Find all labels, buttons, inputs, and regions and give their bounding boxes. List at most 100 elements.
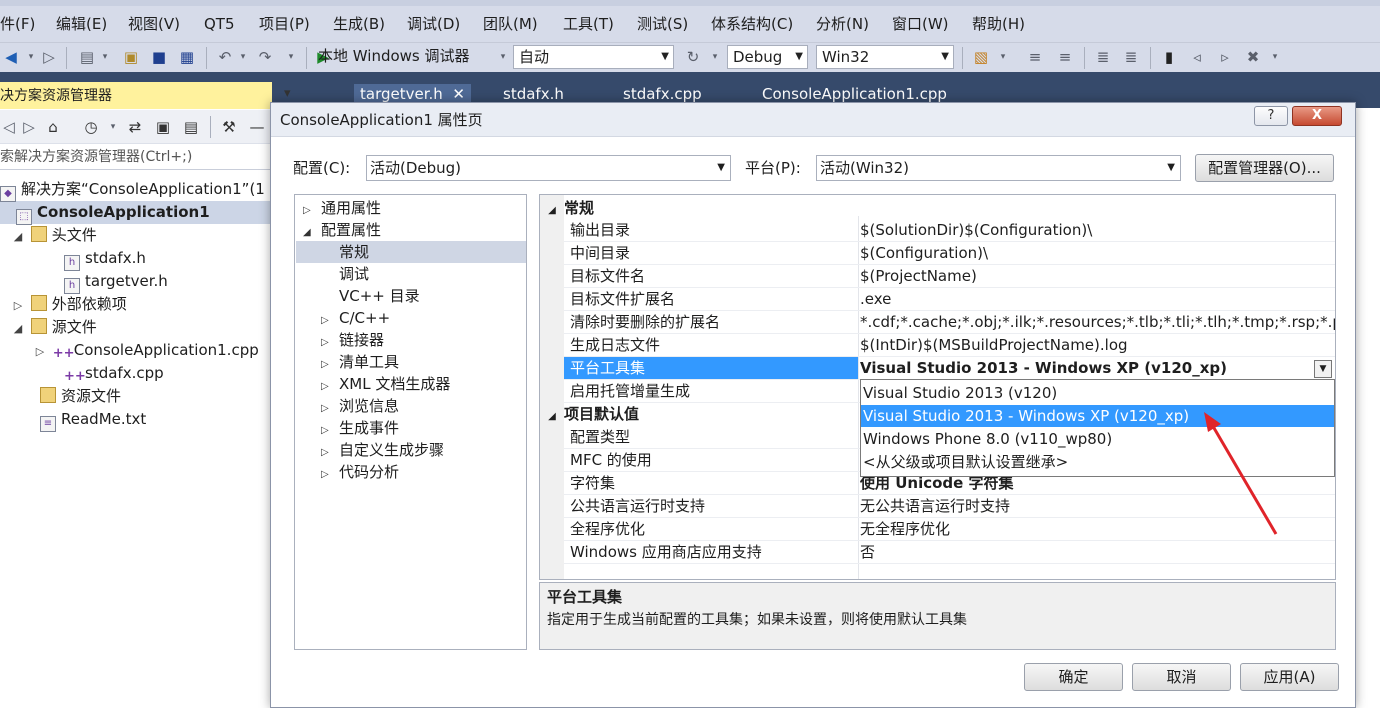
tree-item-solution[interactable]: ◆ 解决方案“ConsoleApplication1”(1 bbox=[0, 178, 265, 202]
property-value[interactable]: $(Configuration)\ bbox=[860, 242, 1335, 265]
new-dropdown-icon[interactable]: ▾ bbox=[96, 47, 114, 67]
chevron-down-icon[interactable]: ▼ bbox=[1314, 360, 1332, 378]
tree-item-header-files[interactable]: ◢ 头文件 bbox=[10, 224, 97, 247]
nav-item-config-properties[interactable]: ◢ 配置属性 bbox=[303, 219, 381, 241]
redo-icon[interactable]: ↷ bbox=[256, 47, 274, 67]
nav-item-c-cpp[interactable]: ▷ C/C++ bbox=[321, 307, 390, 329]
tree-item-resource-files[interactable]: 资源文件 bbox=[40, 385, 121, 408]
bookmark-icon[interactable]: ▮ bbox=[1160, 47, 1178, 67]
configuration-select[interactable]: 活动(Debug) ▼ bbox=[366, 155, 731, 181]
nav-item-build-events[interactable]: ▷ 生成事件 bbox=[321, 417, 399, 439]
history-icon[interactable]: ◷ bbox=[82, 117, 100, 137]
platform-combo[interactable]: Win32 ▼ bbox=[816, 45, 954, 69]
tree-item-readme[interactable]: ≡ ReadMe.txt bbox=[40, 408, 146, 432]
menu-view[interactable]: 视图(V) bbox=[128, 14, 180, 34]
property-row-target-ext[interactable]: 目标文件扩展名 .exe bbox=[564, 288, 1335, 311]
local-debugger-label[interactable]: 本地 Windows 调试器 bbox=[318, 46, 470, 66]
find-in-files-icon[interactable]: ▧ bbox=[972, 47, 990, 67]
menu-window[interactable]: 窗口(W) bbox=[892, 14, 949, 34]
property-row-intermediate-dir[interactable]: 中间目录 $(Configuration)\ bbox=[564, 242, 1335, 265]
nav-item-vc-directories[interactable]: VC++ 目录 bbox=[339, 285, 420, 307]
toolbar-overflow-icon[interactable]: ▾ bbox=[1266, 47, 1284, 67]
property-row-whole-program-opt[interactable]: 全程序优化 无全程序优化 bbox=[564, 518, 1335, 541]
nav-item-debugging[interactable]: 调试 bbox=[339, 263, 369, 285]
next-bookmark-icon[interactable]: ▹ bbox=[1216, 47, 1234, 67]
history-dropdown-icon[interactable]: ▾ bbox=[104, 117, 122, 137]
property-value[interactable]: $(ProjectName) bbox=[860, 265, 1335, 288]
menu-debug[interactable]: 调试(D) bbox=[407, 14, 460, 34]
tree-item-stdafx-cpp[interactable]: ++stdafx.cpp bbox=[64, 362, 164, 385]
find-dropdown-icon[interactable]: ▾ bbox=[994, 47, 1012, 67]
menu-help[interactable]: 帮助(H) bbox=[972, 14, 1025, 34]
config-manager-button[interactable]: 配置管理器(O)... bbox=[1195, 154, 1334, 182]
collapsed-triangle-icon[interactable]: ▷ bbox=[321, 464, 339, 486]
property-value[interactable]: 否 bbox=[860, 541, 1335, 564]
tree-item-external-deps[interactable]: ▷ 外部依赖项 bbox=[10, 293, 127, 316]
navigate-back-icon[interactable]: ◀ bbox=[2, 47, 20, 67]
close-button[interactable]: X bbox=[1292, 106, 1342, 126]
redo-dropdown-icon[interactable]: ▾ bbox=[282, 47, 300, 67]
menu-project[interactable]: 项目(P) bbox=[259, 14, 310, 34]
collapse-all-icon[interactable]: ▣ bbox=[154, 117, 172, 137]
help-button[interactable]: ? bbox=[1254, 106, 1288, 126]
forward-icon[interactable]: ▷ bbox=[20, 117, 38, 137]
tab-stdafx-h[interactable]: stdafx.h bbox=[503, 84, 564, 104]
align-left-icon[interactable]: ≡ bbox=[1026, 47, 1044, 67]
tree-item-stdafx-h[interactable]: h stdafx.h bbox=[64, 247, 146, 271]
nav-item-custom-build-step[interactable]: ▷ 自定义生成步骤 bbox=[321, 439, 444, 461]
toolset-option-v120-xp[interactable]: Visual Studio 2013 - Windows XP (v120_xp… bbox=[861, 405, 1334, 427]
solution-config-combo[interactable]: 自动 ▼ bbox=[513, 45, 674, 69]
nav-item-manifest-tool[interactable]: ▷ 清单工具 bbox=[321, 351, 399, 373]
toolset-option-v120[interactable]: Visual Studio 2013 (v120) bbox=[861, 382, 1334, 404]
apply-button[interactable]: 应用(A) bbox=[1240, 663, 1339, 691]
property-row-build-log[interactable]: 生成日志文件 $(IntDir)$(MSBuildProjectName).lo… bbox=[564, 334, 1335, 357]
refresh-dropdown-icon[interactable]: ▾ bbox=[706, 47, 724, 67]
home-icon[interactable]: ⌂ bbox=[44, 117, 62, 137]
tab-targetver-h[interactable]: targetver.h ✕ bbox=[354, 84, 471, 104]
uncomment-icon[interactable]: ≣ bbox=[1122, 47, 1140, 67]
property-row-target-name[interactable]: 目标文件名 $(ProjectName) bbox=[564, 265, 1335, 288]
properties-wrench-icon[interactable]: ⚒ bbox=[220, 117, 238, 137]
open-file-icon[interactable]: ▣ bbox=[122, 47, 140, 67]
close-icon[interactable]: ✕ bbox=[452, 85, 465, 103]
back-dropdown-icon[interactable]: ▾ bbox=[22, 47, 40, 67]
solution-search-input[interactable]: 索解决方案资源管理器(Ctrl+;) bbox=[0, 146, 272, 170]
platform-select[interactable]: 活动(Win32) ▼ bbox=[816, 155, 1181, 181]
expanded-triangle-icon[interactable]: ◢ bbox=[10, 225, 26, 248]
property-value[interactable]: Visual Studio 2013 - Windows XP (v120_xp… bbox=[860, 357, 1335, 380]
property-row-platform-toolset[interactable]: 平台工具集 Visual Studio 2013 - Windows XP (v… bbox=[564, 357, 1335, 380]
property-value[interactable]: 无全程序优化 bbox=[860, 518, 1335, 541]
align-right-icon[interactable]: ≡ bbox=[1056, 47, 1074, 67]
menu-build[interactable]: 生成(B) bbox=[333, 14, 385, 34]
save-icon[interactable]: ■ bbox=[150, 47, 168, 67]
undo-dropdown-icon[interactable]: ▾ bbox=[234, 47, 252, 67]
navigate-forward-icon[interactable]: ▷ bbox=[40, 47, 58, 67]
build-config-combo[interactable]: Debug ▼ bbox=[727, 45, 808, 69]
tab-stdafx-cpp[interactable]: stdafx.cpp bbox=[623, 84, 702, 104]
preview-icon[interactable]: — bbox=[248, 117, 266, 137]
property-value[interactable]: 无公共语言运行时支持 bbox=[860, 495, 1335, 518]
expanded-triangle-icon[interactable]: ◢ bbox=[10, 317, 26, 340]
toolset-option-v110-wp80[interactable]: Windows Phone 8.0 (v110_wp80) bbox=[861, 428, 1334, 450]
tree-item-source-files[interactable]: ◢ 源文件 bbox=[10, 316, 97, 339]
nav-item-browse-info[interactable]: ▷ 浏览信息 bbox=[321, 395, 399, 417]
category-general[interactable]: ◢ 常规 bbox=[540, 197, 1335, 222]
cancel-button[interactable]: 取消 bbox=[1132, 663, 1231, 691]
tree-item-consoleapplication1-cpp[interactable]: ▷ ++ConsoleApplication1.cpp bbox=[32, 339, 259, 362]
property-value[interactable]: .exe bbox=[860, 288, 1335, 311]
menu-architecture[interactable]: 体系结构(C) bbox=[711, 14, 793, 34]
property-value[interactable]: $(SolutionDir)$(Configuration)\ bbox=[860, 219, 1335, 242]
property-row-output-dir[interactable]: 输出目录 $(SolutionDir)$(Configuration)\ bbox=[564, 219, 1335, 242]
nav-item-xml-doc-generator[interactable]: ▷ XML 文档生成器 bbox=[321, 373, 450, 395]
toolset-option-inherit[interactable]: <从父级或项目默认设置继承> bbox=[861, 451, 1334, 473]
expanded-triangle-icon[interactable]: ◢ bbox=[540, 200, 564, 222]
property-row-clean-extensions[interactable]: 清除时要删除的扩展名 *.cdf;*.cache;*.obj;*.ilk;*.r… bbox=[564, 311, 1335, 334]
nav-item-linker[interactable]: ▷ 链接器 bbox=[321, 329, 384, 351]
nav-item-code-analysis[interactable]: ▷ 代码分析 bbox=[321, 461, 399, 483]
nav-item-general[interactable]: 常规 bbox=[339, 241, 369, 263]
menu-edit[interactable]: 编辑(E) bbox=[56, 14, 107, 34]
prev-bookmark-icon[interactable]: ◃ bbox=[1188, 47, 1206, 67]
menu-analyze[interactable]: 分析(N) bbox=[816, 14, 869, 34]
collapsed-triangle-icon[interactable]: ▷ bbox=[10, 294, 26, 317]
debugger-dropdown-icon[interactable]: ▾ bbox=[494, 47, 512, 67]
